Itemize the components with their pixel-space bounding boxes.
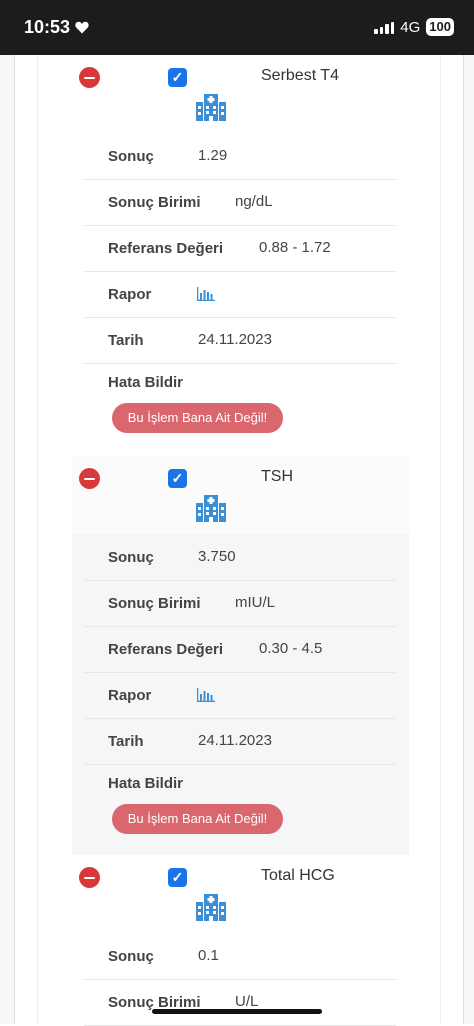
sonuc-label: Sonuç [108,549,154,566]
report-error-button[interactable]: Bu İşlem Bana Ait Değil! [112,804,283,834]
test-card-header: ✓ Total HCG [72,855,409,933]
rapor-label: Rapor [108,286,152,303]
clock-text: 10:53 [24,17,71,37]
sonuc-label: Sonuç [108,948,154,965]
status-time: 10:53 [24,17,89,38]
network-type: 4G [400,18,421,36]
hospital-building-icon[interactable] [195,892,227,922]
tarih-row: Tarih 24.11.2023 [84,317,396,364]
checkbox-checked-icon[interactable]: ✓ [168,868,187,887]
test-card-header: ✓ TSH [72,456,409,534]
sonuc-birimi-row: Sonuç Birimi mIU/L [84,580,396,627]
tarih-value: 24.11.2023 [198,331,272,348]
tarih-value: 24.11.2023 [198,732,272,749]
test-card-serbest-t4: ✓ Serbest T4 Sonuç 1.29 Sonuç Birimi ng/… [72,55,409,455]
sonuc-value: 3.750 [198,548,236,565]
status-indicators: 4G 100 [374,18,454,36]
rapor-row: Rapor [84,271,396,318]
sonuc-row: Sonuç 3.750 [84,534,396,581]
sonuc-row: Sonuç 1.29 [84,133,396,180]
battery-icon: 100 [426,18,454,36]
hospital-building-icon[interactable] [195,92,227,122]
bar-chart-icon[interactable] [197,688,215,702]
tarih-label: Tarih [108,332,144,349]
tarih-label: Tarih [108,733,144,750]
minus-circle-icon[interactable] [79,867,100,888]
sonuc-birimi-label: Sonuç Birimi [108,194,201,211]
minus-circle-icon[interactable] [79,67,100,88]
inner-border-left [37,55,38,1024]
test-card-total-hcg: ✓ Total HCG Sonuç 0.1 Sonuç Birimi U/L [72,855,409,1026]
test-card-header: ✓ Serbest T4 [72,55,409,133]
inner-border-right [440,55,441,1024]
sonuc-value: 1.29 [198,147,228,164]
checkbox-checked-icon[interactable]: ✓ [168,68,187,87]
sonuc-birimi-value: mIU/L [235,594,276,611]
sonuc-birimi-row: Sonuç Birimi ng/dL [84,179,396,226]
referans-row: Referans Değeri 0.88 - 1.72 [84,225,396,272]
sonuc-row: Sonuç 0.1 [84,933,396,980]
referans-label: Referans Değeri [108,240,224,257]
sonuc-birimi-row: Sonuç Birimi U/L [84,979,396,1026]
status-bar: 10:53 4G 100 [0,0,474,55]
test-name: TSH [261,468,293,485]
sonuc-value: 0.1 [198,947,219,964]
referans-value: 0.30 - 4.5 [259,640,323,657]
checkbox-checked-icon[interactable]: ✓ [168,469,187,488]
minus-circle-icon[interactable] [79,468,100,489]
sonuc-birimi-label: Sonuç Birimi [108,595,201,612]
tarih-row: Tarih 24.11.2023 [84,718,396,765]
referans-label: Referans Değeri [108,641,224,658]
sonuc-birimi-value: ng/dL [235,193,273,210]
hata-bildir-label: Hata Bildir [108,775,184,792]
signal-icon [374,20,395,34]
hospital-building-icon[interactable] [195,493,227,523]
test-name: Serbest T4 [261,67,339,84]
test-card-tsh: ✓ TSH Sonuç 3.750 Sonuç Birimi mIU/L Ref… [72,456,409,856]
sonuc-birimi-value: U/L [235,993,259,1010]
home-indicator[interactable] [152,1009,322,1014]
sonuc-label: Sonuç [108,148,154,165]
report-error-button[interactable]: Bu İşlem Bana Ait Değil! [112,403,283,433]
hata-bildir-label: Hata Bildir [108,374,184,391]
referans-value: 0.88 - 1.72 [259,239,331,256]
rapor-row: Rapor [84,672,396,719]
heart-icon [75,21,89,34]
rapor-label: Rapor [108,687,152,704]
bar-chart-icon[interactable] [197,287,215,301]
results-page: ✓ Serbest T4 Sonuç 1.29 Sonuç Birimi ng/… [0,55,474,1026]
test-name: Total HCG [261,867,335,884]
referans-row: Referans Değeri 0.30 - 4.5 [84,626,396,673]
